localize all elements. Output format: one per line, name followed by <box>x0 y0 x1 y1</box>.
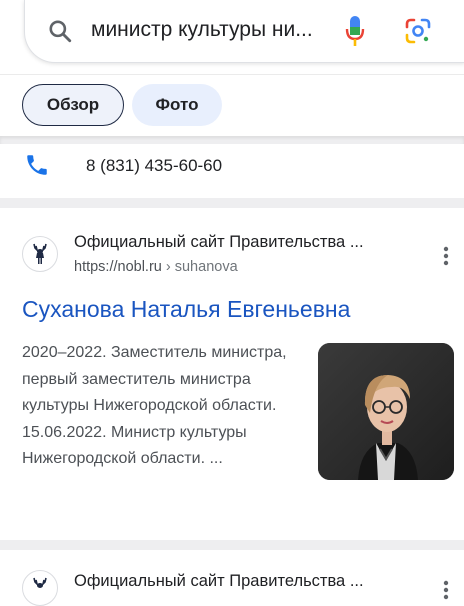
phone-icon[interactable] <box>24 152 50 178</box>
section-divider <box>0 540 464 550</box>
search-icon[interactable] <box>47 18 73 44</box>
section-divider <box>0 136 464 144</box>
result-url-domain: https://nobl.ru <box>74 259 162 275</box>
site-favicon <box>22 236 58 272</box>
portrait-image <box>318 343 454 480</box>
lens-icon[interactable] <box>405 18 431 44</box>
more-options-icon[interactable] <box>436 577 456 603</box>
site-favicon <box>22 570 58 606</box>
section-divider <box>0 198 464 208</box>
deer-favicon-icon <box>33 577 47 588</box>
deer-favicon-icon <box>33 243 47 264</box>
result-site-name[interactable]: Официальный сайт Правительства ... <box>74 233 364 252</box>
result-site-name[interactable]: Официальный сайт Правительства ... <box>74 572 364 591</box>
search-query[interactable]: министр культуры ни... <box>91 18 313 42</box>
phone-number[interactable]: 8 (831) 435-60-60 <box>86 156 222 176</box>
result-title-link[interactable]: Суханова Наталья Евгеньевна <box>22 296 350 323</box>
tab-overview[interactable]: Обзор <box>22 84 124 126</box>
header-divider <box>0 74 464 75</box>
result-url[interactable]: https://nobl.ru › suhanova <box>74 259 238 275</box>
result-snippet: 2020–2022. Заместитель министра, первый … <box>22 344 287 467</box>
mic-icon[interactable] <box>345 15 365 47</box>
search-bar[interactable]: министр культуры ни... <box>24 0 464 63</box>
result-thumbnail[interactable] <box>318 343 454 480</box>
result-url-path: › suhanova <box>161 259 238 275</box>
more-options-icon[interactable] <box>436 243 456 269</box>
tab-photos[interactable]: Фото <box>132 84 222 126</box>
